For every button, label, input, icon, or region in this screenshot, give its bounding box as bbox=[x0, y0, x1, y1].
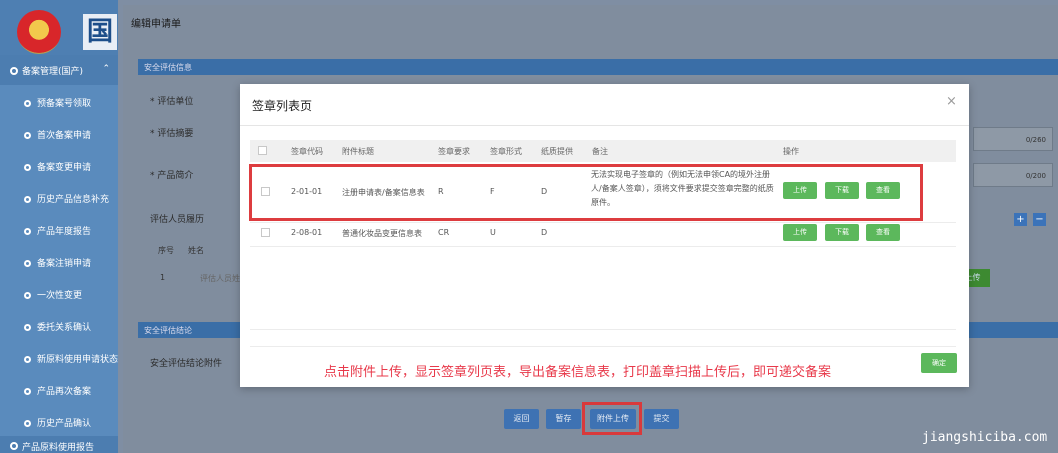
sidebar-item-label: 备案变更申请 bbox=[37, 163, 92, 173]
label-attachment: 安全评估结论附件 bbox=[150, 359, 223, 369]
sidebar-item-first-filing[interactable]: 首次备案申请 bbox=[0, 118, 118, 150]
sidebar-item-refile[interactable]: 产品再次备案 bbox=[0, 374, 118, 406]
cell-code: 2-08-01 bbox=[291, 228, 323, 237]
select-all-checkbox[interactable] bbox=[258, 146, 267, 155]
back-button[interactable]: 返回 bbox=[504, 409, 539, 429]
chevron-up-icon: ⌃ bbox=[102, 64, 110, 74]
label-intro: * 产品简介 bbox=[150, 171, 194, 181]
sidebar-item-label: 产品年度报告 bbox=[37, 227, 92, 237]
table-header: 签章代码 附件标题 签章要求 签章形式 纸质提供 备注 操作 bbox=[250, 140, 956, 162]
cell-title: 普通化妆品变更信息表 bbox=[342, 229, 422, 238]
watermark: jiangshiciba.com bbox=[922, 430, 1048, 445]
people-row-no: 1 bbox=[160, 273, 166, 282]
sidebar-item-label: 产品再次备案 bbox=[37, 387, 92, 397]
col-action: 操作 bbox=[783, 147, 799, 156]
col-title: 附件标题 bbox=[342, 147, 374, 156]
sidebar-item-one-time-change[interactable]: 一次性变更 bbox=[0, 278, 118, 310]
circle-icon bbox=[24, 196, 31, 203]
sidebar-item-cancel[interactable]: 备案注销申请 bbox=[0, 246, 118, 278]
circle-icon bbox=[24, 356, 31, 363]
sidebar-item-pre-number[interactable]: 预备案号领取 bbox=[0, 86, 118, 118]
circle-icon bbox=[24, 164, 31, 171]
sidebar-item-label: 预备案号领取 bbox=[37, 99, 92, 109]
national-emblem-icon bbox=[17, 10, 61, 54]
sidebar: 国 备案管理(国产) ⌃ 预备案号领取 首次备案申请 备案变更申请 历史产品信息… bbox=[0, 0, 118, 453]
logo-area: 国 bbox=[0, 0, 118, 55]
section-header-assessment: 安全评估信息 bbox=[138, 59, 1058, 75]
col-paper: 纸质提供 bbox=[541, 147, 573, 156]
row-divider bbox=[250, 246, 956, 247]
gear-icon bbox=[10, 67, 18, 75]
circle-icon bbox=[24, 420, 31, 427]
sidebar-group-header-2[interactable]: 产品原料使用报告 bbox=[0, 436, 118, 453]
gear-icon bbox=[10, 442, 18, 450]
sidebar-item-label: 历史产品确认 bbox=[37, 419, 92, 429]
instruction-annotation: 点击附件上传，显示签章列页表，导出备案信息表，打印盖章扫描上传后，即可递交备案 bbox=[324, 365, 832, 380]
summary-textarea[interactable]: 0/260 bbox=[973, 127, 1053, 151]
col-remark: 备注 bbox=[592, 147, 608, 156]
sidebar-item-new-material[interactable]: 新原料使用申请状态 bbox=[0, 342, 118, 374]
sidebar-item-label: 委托关系确认 bbox=[37, 323, 92, 333]
circle-icon bbox=[24, 260, 31, 267]
save-draft-button[interactable]: 暂存 bbox=[546, 409, 581, 429]
remove-row-button[interactable]: − bbox=[1033, 213, 1046, 226]
close-icon[interactable]: × bbox=[946, 94, 957, 109]
circle-icon bbox=[24, 388, 31, 395]
cell-paper: D bbox=[541, 228, 548, 237]
col-code: 签章代码 bbox=[291, 147, 323, 156]
modal-title: 签章列表页 bbox=[252, 99, 313, 113]
intro-textarea[interactable]: 0/200 bbox=[973, 163, 1053, 187]
submit-button[interactable]: 提交 bbox=[644, 409, 679, 429]
row-checkbox[interactable] bbox=[261, 228, 270, 237]
label-people: 评估人员履历 bbox=[150, 215, 205, 225]
label-unit: * 评估单位 bbox=[150, 97, 194, 107]
sidebar-item-label: 备案注销申请 bbox=[37, 259, 92, 269]
sidebar-group-label: 备案管理(国产) bbox=[22, 67, 84, 77]
site-logo-text: 国 bbox=[83, 14, 117, 50]
sidebar-group-label: 产品原料使用报告 bbox=[22, 443, 95, 453]
sidebar-item-history-supplement[interactable]: 历史产品信息补充 bbox=[0, 182, 118, 214]
circle-icon bbox=[24, 100, 31, 107]
upload-button[interactable]: 上传 bbox=[783, 224, 817, 241]
sidebar-item-label: 历史产品信息补充 bbox=[37, 195, 110, 205]
col-req: 签章要求 bbox=[438, 147, 470, 156]
circle-icon bbox=[24, 228, 31, 235]
footer-divider bbox=[250, 346, 956, 347]
sidebar-item-entrust[interactable]: 委托关系确认 bbox=[0, 310, 118, 342]
view-button[interactable]: 查看 bbox=[866, 224, 900, 241]
sidebar-item-change[interactable]: 备案变更申请 bbox=[0, 150, 118, 182]
sidebar-item-label: 首次备案申请 bbox=[37, 131, 92, 141]
sidebar-item-history-confirm[interactable]: 历史产品确认 bbox=[0, 406, 118, 438]
highlight-box-row bbox=[249, 164, 923, 221]
highlight-box-attach bbox=[582, 402, 642, 435]
table-bottom-border bbox=[250, 329, 956, 330]
sidebar-group-header[interactable]: 备案管理(国产) ⌃ bbox=[0, 55, 118, 85]
modal-divider bbox=[240, 125, 969, 126]
table-row: 2-08-01 普通化妆品变更信息表 CR U D 上传 下载 查看 bbox=[250, 223, 956, 247]
confirm-button[interactable]: 确定 bbox=[921, 353, 957, 373]
sidebar-item-label: 一次性变更 bbox=[37, 291, 83, 301]
cell-form: U bbox=[490, 228, 496, 237]
label-summary: * 评估摘要 bbox=[150, 129, 194, 139]
cell-req: CR bbox=[438, 228, 450, 237]
circle-icon bbox=[24, 292, 31, 299]
people-col-no: 序号 bbox=[158, 246, 174, 255]
sidebar-item-annual-report[interactable]: 产品年度报告 bbox=[0, 214, 118, 246]
download-button[interactable]: 下载 bbox=[825, 224, 859, 241]
signature-list-modal: 签章列表页 × 签章代码 附件标题 签章要求 签章形式 纸质提供 备注 操作 2… bbox=[240, 84, 969, 387]
sidebar-item-label: 新原料使用申请状态 bbox=[37, 355, 118, 365]
circle-icon bbox=[24, 132, 31, 139]
col-form: 签章形式 bbox=[490, 147, 522, 156]
circle-icon bbox=[24, 324, 31, 331]
add-row-button[interactable]: + bbox=[1014, 213, 1027, 226]
page-title: 编辑申请单 bbox=[131, 19, 181, 30]
people-col-name: 姓名 bbox=[188, 246, 204, 255]
